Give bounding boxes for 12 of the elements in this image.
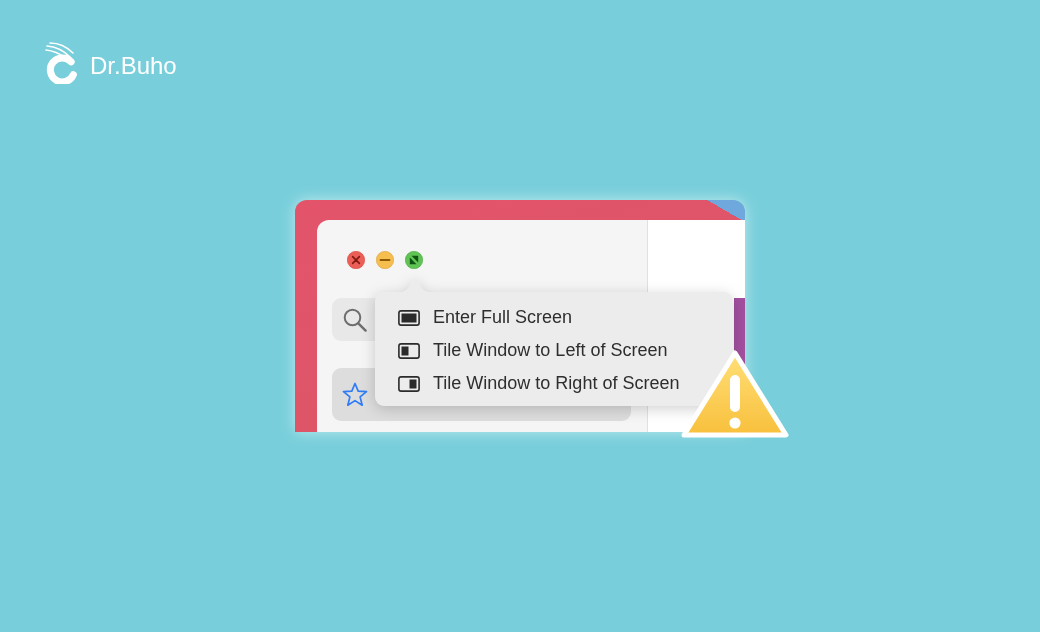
window-right-half-icon	[398, 375, 420, 392]
warning-icon	[680, 349, 790, 439]
menu-item[interactable]: Enter Full Screen	[375, 301, 733, 334]
search-icon	[343, 307, 367, 332]
window-filled-icon	[398, 309, 420, 326]
brand-name: Dr.Buho	[90, 52, 177, 80]
minimize-icon[interactable]	[376, 251, 394, 269]
close-icon[interactable]	[347, 251, 365, 269]
zoom-icon[interactable]	[405, 251, 423, 269]
star-icon	[342, 382, 368, 407]
menu-item[interactable]: Tile Window to Left of Screen	[375, 334, 733, 367]
window-left-half-icon	[398, 342, 420, 359]
